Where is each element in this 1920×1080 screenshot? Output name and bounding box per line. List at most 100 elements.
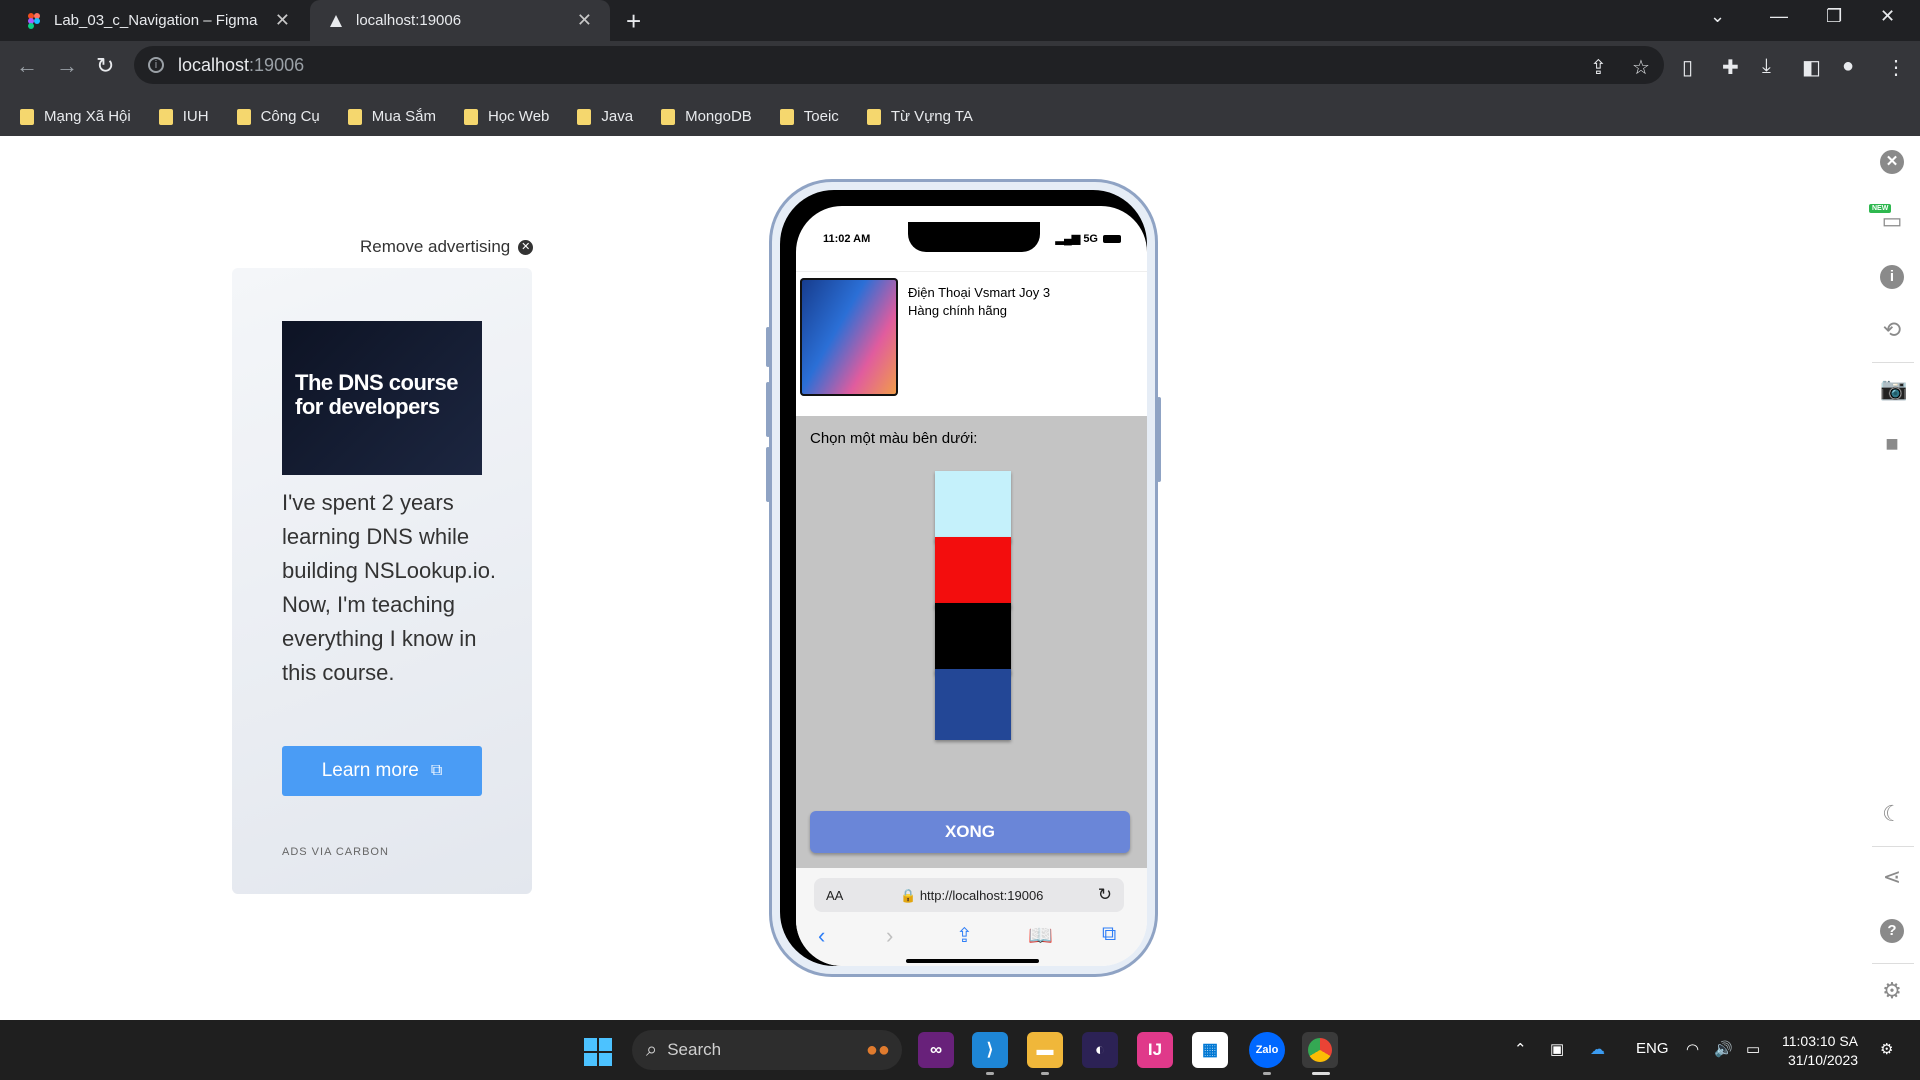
folder-icon [866,108,881,125]
bookmark-label: Công Cụ [260,108,320,125]
start-button[interactable] [584,1038,612,1066]
video-camera-icon[interactable]: ■ [1880,431,1904,457]
share-icon[interactable]: ⋖ [1880,864,1904,890]
dark-mode-moon-icon[interactable]: ☾ [1880,801,1904,827]
folder-icon [347,108,362,125]
reload-button[interactable]: ↻ [96,53,114,79]
minimize-button[interactable]: — [1770,6,1788,27]
safari-reload-icon[interactable]: ↻ [1098,885,1112,905]
visual-studio-icon[interactable]: ∞ [918,1032,954,1068]
remove-advertising-link[interactable]: Remove advertising ✕ [360,237,534,257]
back-button[interactable]: ← [16,53,38,79]
menu-icon[interactable]: ⋮ [1886,55,1906,80]
volume-down-button [766,447,770,502]
bookmark-label: Java [601,108,634,125]
tab-figma[interactable]: Lab_03_c_Navigation – Figma ✕ [8,0,308,41]
settings-gear-icon[interactable]: ⚙ [1880,978,1904,1004]
extensions-icon[interactable]: ✚ [1722,55,1739,80]
devices-icon[interactable]: ▭ [1880,208,1904,234]
site-info-icon[interactable]: i [148,57,164,73]
microsoft-store-icon[interactable]: ▦ [1192,1032,1228,1068]
safari-forward-icon[interactable]: › [886,923,893,949]
done-button[interactable]: XONG [810,811,1130,853]
onedrive-icon[interactable]: ☁ [1590,1040,1605,1058]
safari-address-bar[interactable]: AA 🔒 http://localhost:19006 ↻ [814,878,1124,912]
tab-title: localhost:19006 [356,12,462,29]
bookmark-folder[interactable]: Mạng Xã Hội [20,108,131,125]
tray-app-icon[interactable]: ▣ [1550,1040,1564,1058]
status-indicators: ▂▄▆ 5G [1056,232,1121,245]
safari-tabs-icon[interactable]: ⧉ [1102,923,1116,946]
download-icon[interactable]: ⤓ [1762,55,1771,78]
screenshot-camera-icon[interactable]: 📷 [1880,376,1907,402]
swatch-blue[interactable] [935,669,1011,740]
system-clock[interactable]: 11:03:10 SA 31/10/2023 [1782,1032,1858,1070]
zalo-icon[interactable]: Zalo [1249,1032,1285,1068]
swatch-red[interactable] [935,537,1011,608]
phone-frame: 11:02 AM ▂▄▆ 5G Điện Thoại Vsmart Joy 3 … [766,182,1161,974]
safari-bookmarks-icon[interactable]: 📖 [1028,923,1053,948]
close-circle-icon: ✕ [518,239,534,255]
close-viewer-icon[interactable]: ✕ [1880,150,1904,174]
bookmark-label: MongoDB [685,108,752,125]
notification-icon[interactable]: ⚙ [1880,1040,1893,1058]
close-tab-icon[interactable]: ✕ [577,10,592,31]
bookmark-folder[interactable]: Học Web [463,108,549,125]
intellij-icon[interactable]: IJ [1137,1032,1173,1068]
bookmark-folder[interactable]: Java [577,108,633,125]
ad-image-headline: The DNS course for developers [295,370,458,419]
volume-icon[interactable]: 🔊 [1714,1040,1733,1058]
separator [1872,846,1914,847]
address-bar[interactable]: i localhost:19006 [134,46,1664,84]
side-panel-icon[interactable]: ◧ [1802,55,1821,80]
chrome-icon[interactable] [1302,1032,1338,1068]
bookmarks-bar: Mạng Xã Hội IUH Công Cụ Mua Sắm Học Web … [0,97,1920,136]
taskbar-search[interactable]: ⌕ Search ●● [632,1030,902,1070]
close-window-button[interactable]: ✕ [1880,6,1895,27]
ad-body: I've spent 2 years learning DNS while bu… [282,490,497,685]
bookmark-folder[interactable]: Mua Sắm [347,108,436,125]
bookmark-folder[interactable]: Từ Vựng TA [866,108,973,125]
help-icon[interactable]: ? [1880,919,1904,943]
learn-more-button[interactable]: Learn more ⧉ [282,746,482,796]
battery-icon[interactable]: ▭ [1746,1040,1760,1058]
swatch-light-blue[interactable] [935,471,1011,542]
bookmark-folder[interactable]: Toeic [779,108,839,125]
bookmark-folder[interactable]: IUH [158,108,209,125]
status-time: 11:02 AM [823,233,871,245]
vscode-icon[interactable]: ⟩ [972,1032,1008,1068]
forward-button[interactable]: → [56,53,78,79]
restore-button[interactable]: ❐ [1826,6,1842,27]
ad-image[interactable]: The DNS course for developers [282,321,482,475]
text-size-button[interactable]: AA [826,888,843,903]
clock-time: 11:03:10 SA [1782,1033,1859,1049]
safari-url-text: 🔒 http://localhost:19006 [900,888,1044,903]
language-indicator[interactable]: ENG [1636,1040,1669,1057]
eclipse-icon[interactable]: ◐ [1082,1032,1118,1068]
new-tab-button[interactable]: + [626,6,641,37]
device-icon[interactable]: ▯ [1682,55,1693,80]
wifi-icon[interactable]: ◠ [1686,1040,1699,1058]
tab-search-icon[interactable]: ⌄ [1710,6,1725,27]
file-explorer-icon[interactable]: ▬ [1027,1032,1063,1068]
share-icon[interactable]: ⇪ [1590,55,1607,80]
tab-localhost[interactable]: localhost:19006 ✕ [310,0,610,41]
folder-icon [661,108,676,125]
safari-url: http://localhost:19006 [919,888,1044,903]
show-hidden-icons[interactable]: ⌃ [1514,1040,1527,1058]
rotate-icon[interactable]: ⟲ [1880,317,1904,343]
close-tab-icon[interactable]: ✕ [275,10,290,31]
separator [1872,362,1914,363]
bookmark-folder[interactable]: Công Cụ [236,108,320,125]
phone-screen: 11:02 AM ▂▄▆ 5G Điện Thoại Vsmart Joy 3 … [796,206,1147,966]
folder-icon [463,108,478,125]
swatch-black[interactable] [935,603,1011,674]
info-icon[interactable]: i [1880,265,1904,289]
profile-icon[interactable]: ● [1842,55,1854,78]
taskbar-search-label: Search [667,1040,722,1059]
bookmark-folder[interactable]: MongoDB [661,108,752,125]
safari-bottom-bar: AA 🔒 http://localhost:19006 ↻ ‹ › ⇪ 📖 ⧉ [796,868,1147,966]
bookmark-star-icon[interactable]: ☆ [1632,55,1650,80]
safari-back-icon[interactable]: ‹ [818,923,825,949]
safari-share-icon[interactable]: ⇪ [956,923,973,948]
